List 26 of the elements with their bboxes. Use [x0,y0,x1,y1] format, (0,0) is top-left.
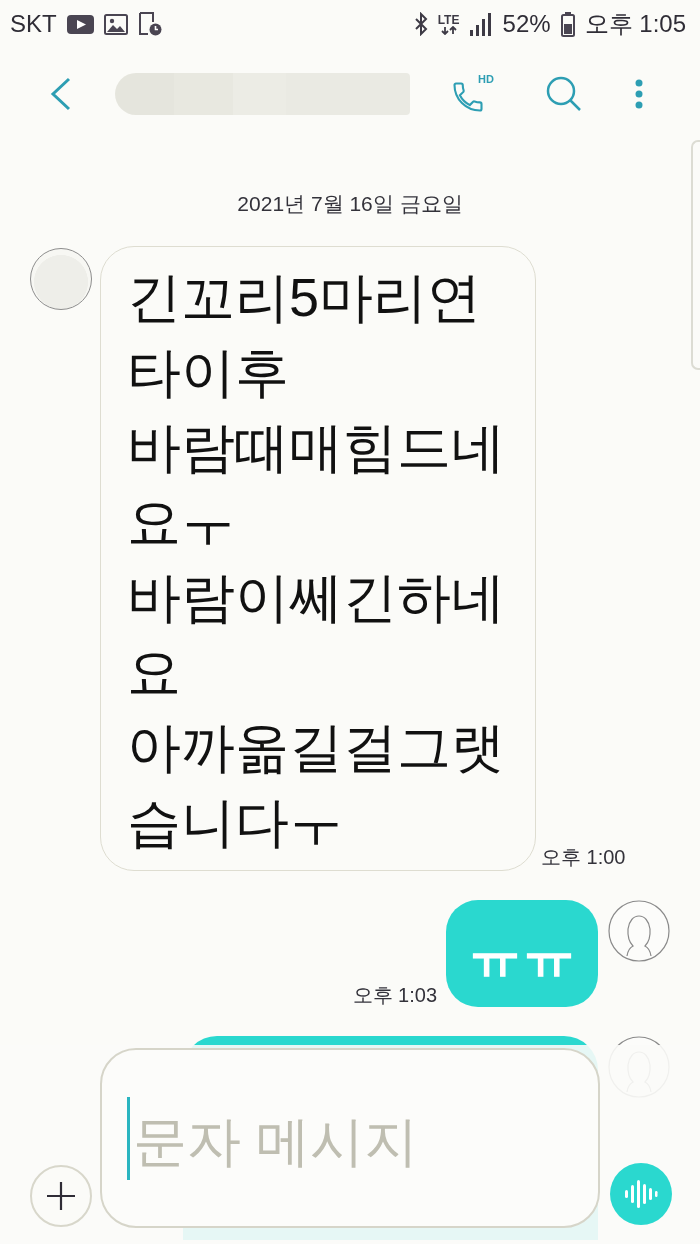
date-divider: 2021년 7월 16일 금요일 [237,191,463,217]
message-time: 오후 1:00 [541,845,626,869]
document-clock-icon [137,12,162,36]
battery-percent: 52% [502,10,551,38]
image-icon [103,13,128,35]
signal-icon [469,12,493,36]
message-text: 아까옮길걸그랫습니다ㅜ [127,716,506,854]
message-text: 긴꼬리5마리연타이후 [127,266,483,404]
clock: 오후 1:05 [584,10,686,38]
more-options-icon[interactable] [635,79,643,109]
search-icon[interactable] [545,75,583,113]
plus-icon [46,1181,76,1211]
waveform-icon [624,1179,658,1209]
message-text: 바람때매힘드네요ㅜ [127,416,506,554]
back-icon[interactable] [50,77,72,111]
message-time: 오후 1:03 [352,983,437,1007]
video-play-icon [66,14,94,34]
message-input[interactable]: 문자 메시지 [100,1048,600,1228]
battery-icon [560,11,575,37]
message-text: 바람이쎄긴하네요 [127,566,506,704]
bluetooth-icon [413,12,428,36]
carrier-name: SKT [10,10,57,38]
network-type: LTE [437,13,460,26]
hd-call-button[interactable]: HD [450,73,494,115]
person-icon [608,900,670,962]
message-text: ㅠㅠ [468,922,576,985]
